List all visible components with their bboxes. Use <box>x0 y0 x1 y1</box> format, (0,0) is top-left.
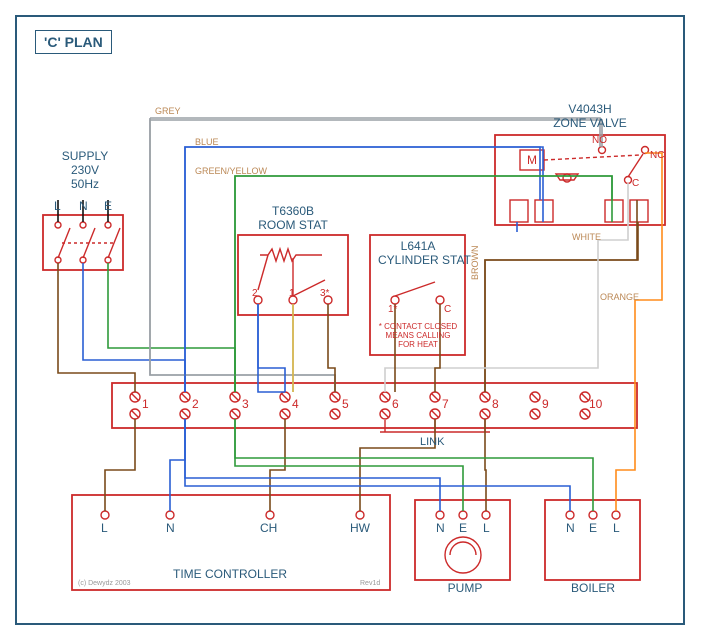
pump-label: PUMP <box>430 582 500 596</box>
j4: 4 <box>292 398 299 412</box>
wire-gy: GREEN/YELLOW <box>195 166 267 176</box>
pump-l: L <box>483 522 490 536</box>
credit: (c) Dewydz 2003 <box>78 580 131 588</box>
supply-e: E <box>104 200 112 214</box>
pump-e: E <box>459 522 467 536</box>
rev: Rev1d <box>360 580 380 588</box>
j5: 5 <box>342 398 349 412</box>
zone-nc: NC <box>650 150 664 162</box>
wire-orange: ORANGE <box>600 292 639 302</box>
j2: 2 <box>192 398 199 412</box>
j8: 8 <box>492 398 499 412</box>
zone-m: M <box>527 154 537 168</box>
j7: 7 <box>442 398 449 412</box>
zone-c: C <box>632 178 639 190</box>
cyl-stat-label: L641ACYLINDER STAT <box>378 240 458 268</box>
j9: 9 <box>542 398 549 412</box>
tc-n: N <box>166 522 175 536</box>
j10: 10 <box>589 398 602 412</box>
tc-l: L <box>101 522 108 536</box>
rs-t1: 1 <box>289 288 295 300</box>
tc-hw: HW <box>350 522 370 536</box>
j3: 3 <box>242 398 249 412</box>
boiler-e: E <box>589 522 597 536</box>
zone-no: NO <box>592 135 607 147</box>
pump-n: N <box>436 522 445 536</box>
boiler-n: N <box>566 522 575 536</box>
room-stat-label: T6360BROOM STAT <box>243 205 343 233</box>
wire-grey: GREY <box>155 106 181 116</box>
cs-t1: 1* <box>388 304 397 316</box>
time-ctrl-label: TIME CONTROLLER <box>150 568 310 582</box>
supply-label: SUPPLY 230V 50Hz <box>50 150 120 191</box>
zone-valve-label: V4043HZONE VALVE <box>545 103 635 131</box>
rs-t3: 3* <box>320 288 329 300</box>
cs-note: * CONTACT CLOSED MEANS CALLING FOR HEAT <box>372 322 464 350</box>
rs-t2: 2 <box>252 288 258 300</box>
j6: 6 <box>392 398 399 412</box>
link-label: LINK <box>420 436 444 449</box>
supply-n: N <box>79 200 88 214</box>
j1: 1 <box>142 398 149 412</box>
supply-l: L <box>54 200 61 214</box>
wire-white: WHITE <box>572 232 601 242</box>
wire-brown: BROWN <box>470 246 480 281</box>
boiler-label: BOILER <box>558 582 628 596</box>
wiring-svg <box>0 0 702 641</box>
boiler-l: L <box>613 522 620 536</box>
tc-ch: CH <box>260 522 277 536</box>
cs-c: C <box>444 304 451 316</box>
wire-blue: BLUE <box>195 137 219 147</box>
